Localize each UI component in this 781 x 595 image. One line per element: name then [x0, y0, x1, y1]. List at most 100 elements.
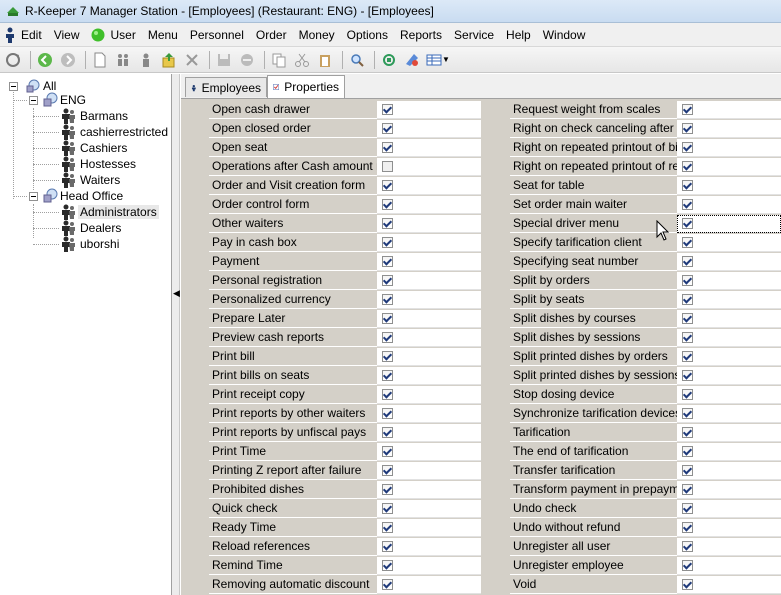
- property-checkbox-cell[interactable]: [677, 309, 781, 328]
- property-checkbox-cell[interactable]: [377, 442, 481, 461]
- menu-item-money[interactable]: Money: [293, 23, 341, 46]
- property-checkbox-cell[interactable]: [377, 423, 481, 442]
- menu-item-menu[interactable]: Menu: [142, 23, 184, 46]
- checkbox-checked-icon[interactable]: [382, 578, 393, 590]
- checkbox-checked-icon[interactable]: [382, 122, 393, 134]
- tree-node-eng[interactable]: ENG: [42, 92, 88, 108]
- property-checkbox-cell[interactable]: [377, 461, 481, 480]
- property-checkbox-cell[interactable]: [377, 404, 481, 423]
- checkbox-checked-icon[interactable]: [682, 255, 693, 267]
- property-checkbox-cell[interactable]: [677, 537, 781, 556]
- tree-node-uborshi[interactable]: uborshi: [60, 236, 121, 252]
- menu-item-options[interactable]: Options: [341, 23, 394, 46]
- property-checkbox-cell[interactable]: [677, 290, 781, 309]
- checkbox-checked-icon[interactable]: [682, 426, 693, 438]
- checkbox-checked-icon[interactable]: [682, 502, 693, 514]
- property-checkbox-cell[interactable]: [677, 385, 781, 404]
- checkbox-checked-icon[interactable]: [682, 388, 693, 400]
- checkbox-checked-icon[interactable]: [682, 217, 693, 229]
- property-checkbox-cell[interactable]: [377, 195, 481, 214]
- checkbox-checked-icon[interactable]: [382, 388, 393, 400]
- property-checkbox-cell[interactable]: [377, 480, 481, 499]
- cancel-button[interactable]: [237, 50, 257, 70]
- paste-button[interactable]: [315, 50, 335, 70]
- property-checkbox-cell[interactable]: [377, 271, 481, 290]
- property-checkbox-cell[interactable]: [377, 499, 481, 518]
- property-checkbox-cell[interactable]: [377, 328, 481, 347]
- checkbox-checked-icon[interactable]: [382, 255, 393, 267]
- checkbox-checked-icon[interactable]: [382, 445, 393, 457]
- collapse-all-toggle[interactable]: [9, 82, 18, 91]
- checkbox-checked-icon[interactable]: [682, 274, 693, 286]
- property-checkbox-cell[interactable]: [677, 252, 781, 271]
- checkbox-checked-icon[interactable]: [682, 350, 693, 362]
- checkbox-checked-icon[interactable]: [382, 540, 393, 552]
- property-checkbox-cell[interactable]: [377, 176, 481, 195]
- checkbox-checked-icon[interactable]: [382, 559, 393, 571]
- property-checkbox-cell[interactable]: [677, 119, 781, 138]
- property-checkbox-cell[interactable]: [377, 575, 481, 594]
- property-checkbox-cell[interactable]: [377, 119, 481, 138]
- find-button[interactable]: [347, 50, 367, 70]
- property-checkbox-cell[interactable]: [377, 290, 481, 309]
- cut-button[interactable]: [292, 50, 312, 70]
- collapse-left-icon[interactable]: ◀: [173, 288, 180, 299]
- back-button[interactable]: [35, 50, 55, 70]
- property-checkbox-cell[interactable]: [677, 157, 781, 176]
- checkbox-checked-icon[interactable]: [682, 141, 693, 153]
- property-checkbox-cell[interactable]: [677, 442, 781, 461]
- tree-node-waiters[interactable]: Waiters: [60, 172, 122, 188]
- property-checkbox-cell[interactable]: [677, 214, 781, 233]
- checkbox-checked-icon[interactable]: [382, 274, 393, 286]
- checkbox-checked-icon[interactable]: [382, 293, 393, 305]
- checkbox-checked-icon[interactable]: [682, 559, 693, 571]
- tree-node-head-office[interactable]: Head Office: [42, 188, 125, 204]
- checkbox-checked-icon[interactable]: [682, 331, 693, 343]
- delete-button[interactable]: [182, 50, 202, 70]
- grid-view-button[interactable]: ▼: [425, 50, 451, 70]
- checkbox-checked-icon[interactable]: [382, 521, 393, 533]
- property-checkbox-cell[interactable]: [677, 328, 781, 347]
- copy-button[interactable]: [269, 50, 289, 70]
- pane-splitter[interactable]: ◀: [172, 74, 180, 595]
- checkbox-checked-icon[interactable]: [382, 236, 393, 248]
- checkbox-checked-icon[interactable]: [382, 407, 393, 419]
- property-checkbox-cell[interactable]: [677, 423, 781, 442]
- property-checkbox-cell[interactable]: [377, 385, 481, 404]
- property-checkbox-cell[interactable]: [677, 480, 781, 499]
- checkbox-unchecked-icon[interactable]: [382, 160, 393, 172]
- checkbox-checked-icon[interactable]: [682, 293, 693, 305]
- property-checkbox-cell[interactable]: [377, 233, 481, 252]
- checkbox-checked-icon[interactable]: [682, 369, 693, 381]
- checkbox-checked-icon[interactable]: [682, 312, 693, 324]
- tree-node-hostesses[interactable]: Hostesses: [60, 156, 138, 172]
- checkbox-checked-icon[interactable]: [682, 578, 693, 590]
- property-checkbox-cell[interactable]: [377, 214, 481, 233]
- property-checkbox-cell[interactable]: [377, 537, 481, 556]
- tree-node-dealers[interactable]: Dealers: [60, 220, 123, 236]
- tree-node-cashierrestricted[interactable]: cashierrestricted: [60, 124, 170, 140]
- property-checkbox-cell[interactable]: [377, 556, 481, 575]
- checkbox-checked-icon[interactable]: [682, 464, 693, 476]
- property-checkbox-cell[interactable]: [677, 575, 781, 594]
- tree-node-barmans[interactable]: Barmans: [60, 108, 130, 124]
- checkbox-checked-icon[interactable]: [682, 198, 693, 210]
- property-checkbox-cell[interactable]: [677, 366, 781, 385]
- property-checkbox-cell[interactable]: [677, 499, 781, 518]
- menu-item-edit[interactable]: Edit: [0, 23, 48, 46]
- menu-item-order[interactable]: Order: [250, 23, 293, 46]
- checkbox-checked-icon[interactable]: [382, 426, 393, 438]
- menu-item-reports[interactable]: Reports: [394, 23, 448, 46]
- checkbox-checked-icon[interactable]: [382, 483, 393, 495]
- property-checkbox-cell[interactable]: [377, 347, 481, 366]
- checkbox-checked-icon[interactable]: [682, 521, 693, 533]
- sync-button[interactable]: [379, 50, 399, 70]
- property-checkbox-cell[interactable]: [377, 138, 481, 157]
- checkbox-checked-icon[interactable]: [382, 312, 393, 324]
- tree-node-administrators[interactable]: Administrators: [60, 204, 159, 220]
- property-checkbox-cell[interactable]: [677, 233, 781, 252]
- property-checkbox-cell[interactable]: [677, 271, 781, 290]
- property-checkbox-cell[interactable]: [677, 404, 781, 423]
- checkbox-checked-icon[interactable]: [382, 103, 393, 115]
- checkbox-checked-icon[interactable]: [382, 369, 393, 381]
